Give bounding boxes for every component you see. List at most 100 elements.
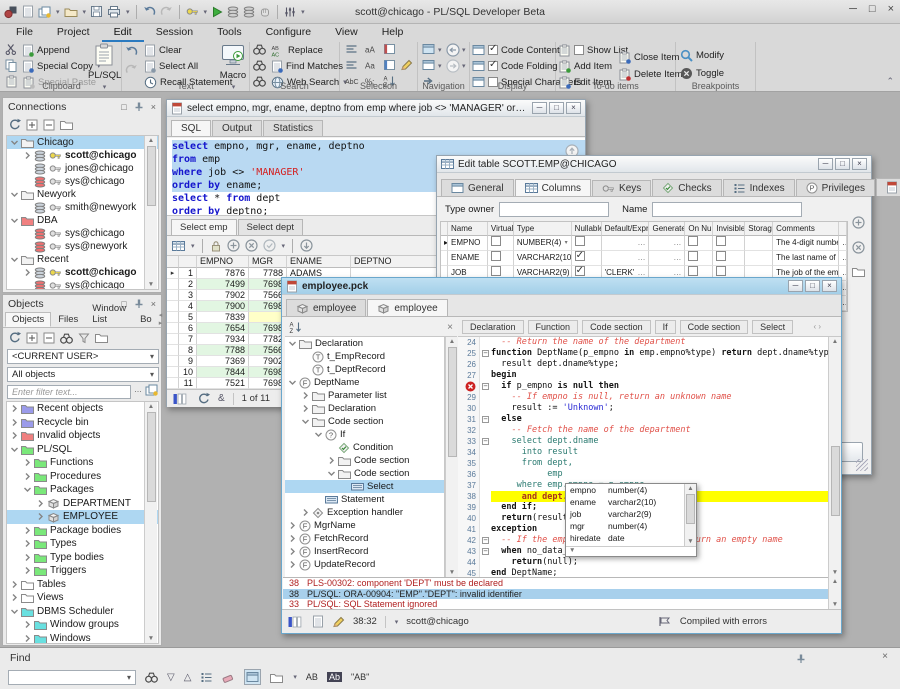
- on-null-cell[interactable]: [685, 236, 713, 251]
- session-selector[interactable]: scott@chicago: [406, 616, 468, 627]
- save-button[interactable]: [90, 5, 103, 18]
- generated-cell[interactable]: …: [649, 251, 685, 266]
- code-text[interactable]: begin: [491, 370, 828, 381]
- find-search-icon[interactable]: [145, 671, 158, 683]
- code-text[interactable]: emp: [491, 469, 828, 480]
- display-option-1[interactable]: Code Folding: [472, 59, 558, 73]
- expand-icon[interactable]: [23, 151, 34, 160]
- objects-collapse-icon[interactable]: [43, 332, 55, 344]
- invisible-cell[interactable]: [713, 236, 745, 251]
- virtual-cell[interactable]: [488, 251, 514, 266]
- code-line-25[interactable]: 25−function DeptName(p_empno in emp.empn…: [458, 348, 828, 359]
- pck-close-button[interactable]: ×: [822, 280, 837, 292]
- display-checkbox[interactable]: [488, 45, 498, 55]
- edit-column-header-nullable[interactable]: Nullable: [572, 222, 602, 236]
- connections-refresh-icon[interactable]: [8, 118, 21, 131]
- pck-tab-specification[interactable]: employee: [286, 299, 366, 316]
- code-line-44[interactable]: 44 return(null);: [458, 557, 828, 568]
- filter-new-icon[interactable]: [145, 384, 158, 396]
- append-button[interactable]: Append: [22, 43, 70, 57]
- fetch-last-icon[interactable]: [300, 239, 313, 252]
- tree-item-t-emprecord[interactable]: Tt_EmpRecord: [285, 350, 444, 363]
- object-filter-input[interactable]: Enter filter text...: [7, 385, 131, 399]
- breadcrumb-code-section[interactable]: Code section: [582, 320, 651, 334]
- tree-item-recent[interactable]: Recent: [7, 253, 158, 266]
- nullable-cell[interactable]: [572, 236, 602, 251]
- default-cell[interactable]: …: [602, 236, 650, 251]
- preferences-button[interactable]: [284, 6, 296, 18]
- tree-item-invalid-objects[interactable]: Invalid objects: [7, 429, 158, 443]
- tree-item-code-section[interactable]: Code section: [285, 467, 444, 480]
- nullable-cell[interactable]: [572, 251, 602, 266]
- execute-button[interactable]: [211, 6, 223, 18]
- edit-tab-checks[interactable]: Checks: [652, 179, 721, 196]
- code-text[interactable]: function DeptName(p_empno in emp.empno%t…: [491, 348, 828, 359]
- tree-item-packages[interactable]: Packages: [7, 483, 158, 497]
- tree-item-smith-newyork[interactable]: smith@newyork: [7, 201, 158, 214]
- connections-scrollbar[interactable]: ▲▼: [144, 136, 157, 289]
- find-next-icon[interactable]: [253, 59, 266, 71]
- completion-item-job[interactable]: jobvarchar2(9): [566, 508, 684, 520]
- edit-column-header-generated[interactable]: Generated: [649, 222, 685, 236]
- cell[interactable]: 7788: [197, 345, 249, 356]
- remove-column-icon[interactable]: [852, 241, 865, 254]
- name-input[interactable]: [652, 202, 802, 217]
- navigate-back-icon[interactable]: [446, 43, 460, 57]
- virtual-checkbox[interactable]: [491, 251, 501, 261]
- completion-item-hiredate[interactable]: hiredatedate: [566, 532, 684, 544]
- collapse-icon[interactable]: [10, 445, 21, 454]
- find-in-window-icon[interactable]: [246, 671, 259, 683]
- error-row-line-38[interactable]: 38PLS-00302: component 'DEPT' must be de…: [283, 578, 828, 589]
- new-window-button[interactable]: [38, 6, 51, 18]
- collapse-icon[interactable]: [10, 255, 21, 264]
- edit-tab-privileges[interactable]: PPrivileges: [796, 179, 875, 196]
- tree-item-procedures[interactable]: Procedures: [7, 470, 158, 484]
- expand-icon[interactable]: [301, 404, 312, 413]
- code-scrollbar[interactable]: ▲▼: [828, 337, 841, 577]
- tree-item-statement[interactable]: Statement: [285, 493, 444, 506]
- expand-icon[interactable]: [23, 634, 34, 643]
- code-line-33[interactable]: 33− select dept.dname: [458, 436, 828, 447]
- tree-item-department[interactable]: DEPARTMENT: [7, 497, 158, 511]
- display-checkbox[interactable]: [488, 61, 498, 71]
- connections-pin-icon[interactable]: [134, 101, 144, 112]
- expand-icon[interactable]: [288, 547, 299, 556]
- redo-icon[interactable]: [125, 64, 138, 76]
- on-null-checkbox[interactable]: [688, 236, 698, 246]
- tree-item-declaration[interactable]: Declaration: [285, 337, 444, 350]
- edit-column-header-storage[interactable]: Storage: [745, 222, 773, 236]
- cell[interactable]: 7844: [197, 367, 249, 378]
- breadcrumb-declaration[interactable]: Declaration: [462, 320, 524, 334]
- edit-column-header-invisible[interactable]: Invisible: [713, 222, 745, 236]
- cell[interactable]: 7902: [197, 290, 249, 301]
- resize-grip[interactable]: [856, 459, 868, 471]
- objects-tab-window-list[interactable]: Window List: [85, 301, 133, 327]
- edit-close-button[interactable]: ×: [852, 158, 867, 170]
- column-header-empno[interactable]: EMPNO: [197, 256, 249, 268]
- objects-scrollbar[interactable]: ▲▼: [144, 402, 157, 643]
- close-item-button[interactable]: Close Item: [618, 50, 679, 64]
- lowercase-icon[interactable]: Aa: [364, 59, 380, 71]
- on-null-checkbox[interactable]: [688, 251, 698, 261]
- edit-tab-general[interactable]: General: [441, 179, 514, 196]
- user-filter-combo[interactable]: <CURRENT USER>▾: [7, 349, 159, 364]
- tree-item-code-section[interactable]: Code section: [285, 454, 444, 467]
- collapse-icon[interactable]: [314, 430, 325, 439]
- menu-view[interactable]: View: [323, 24, 370, 42]
- edit-column-header-comments[interactable]: Comments: [773, 222, 839, 236]
- minimize-button[interactable]: ─: [849, 3, 857, 15]
- fold-toggle[interactable]: −: [480, 381, 491, 392]
- fold-toggle[interactable]: −: [480, 535, 491, 546]
- code-text[interactable]: into result: [491, 447, 828, 458]
- tree-item-parameter-list[interactable]: Parameter list: [285, 389, 444, 402]
- column-header-mgr[interactable]: MGR: [249, 256, 287, 268]
- cell[interactable]: 7934: [197, 334, 249, 345]
- find-pin-icon[interactable]: [796, 653, 806, 664]
- insert-record-icon[interactable]: [227, 239, 240, 252]
- tree-item-pl-sql[interactable]: PL/SQL: [7, 443, 158, 457]
- expand-icon[interactable]: [36, 512, 47, 521]
- menu-project[interactable]: Project: [45, 24, 102, 42]
- tree-item-select[interactable]: Select: [285, 480, 444, 493]
- tree-item-exception-handler[interactable]: Exception handler: [285, 506, 444, 519]
- type-cell[interactable]: NUMBER(4) ▾: [514, 236, 572, 251]
